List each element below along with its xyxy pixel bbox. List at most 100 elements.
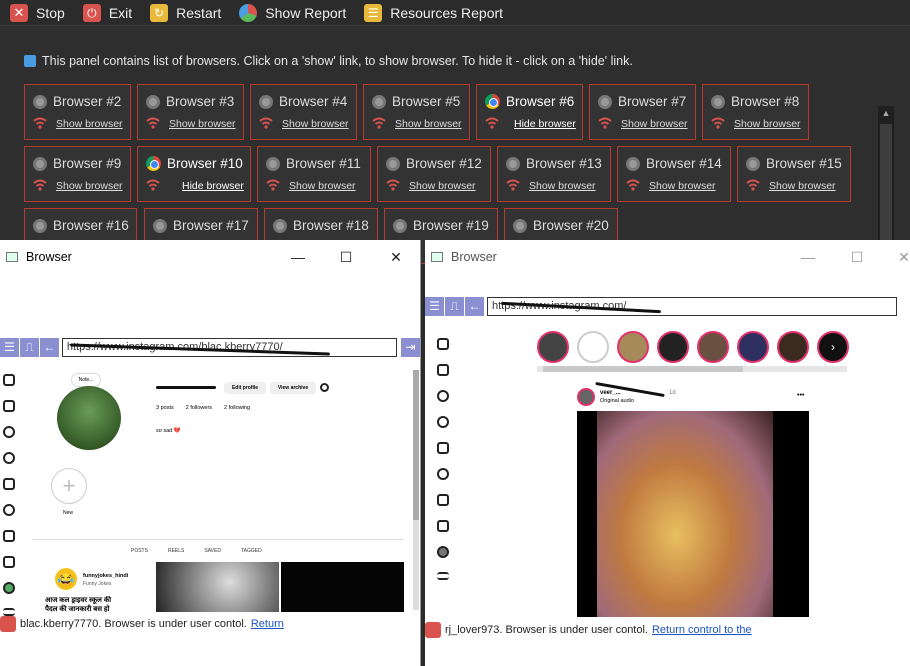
- tab-posts[interactable]: POSTS: [131, 548, 148, 554]
- profile-icon[interactable]: [437, 546, 449, 558]
- show-browser-link[interactable]: Show browser: [56, 118, 123, 130]
- maximize-icon[interactable]: ☐: [834, 240, 880, 274]
- profile-avatar[interactable]: [57, 386, 121, 450]
- wifi-signal-icon: [711, 117, 725, 129]
- show-browser-link[interactable]: Show browser: [649, 180, 716, 192]
- settings-gear-icon[interactable]: [320, 383, 329, 392]
- tab-tagged[interactable]: TAGGED: [241, 548, 262, 554]
- instagram-icon[interactable]: [3, 374, 15, 386]
- tab-reels[interactable]: REELS: [168, 548, 184, 554]
- story-avatar[interactable]: [737, 331, 769, 363]
- post-media[interactable]: [577, 411, 809, 617]
- story-avatar[interactable]: [697, 331, 729, 363]
- instagram-sidebar: [434, 338, 452, 594]
- more-icon[interactable]: [437, 572, 449, 580]
- post-thumbnail-2[interactable]: [281, 562, 404, 612]
- search-icon[interactable]: [3, 426, 15, 438]
- browser-globe-icon: [393, 218, 407, 233]
- post-author[interactable]: veer_...: [600, 390, 621, 396]
- wifi-signal-icon: [33, 117, 47, 129]
- back-icon[interactable]: ←: [39, 338, 59, 357]
- explore-icon[interactable]: [437, 416, 449, 428]
- following-count[interactable]: 2 following: [224, 405, 250, 411]
- return-control-link[interactable]: Return: [251, 618, 284, 630]
- profile-icon[interactable]: [3, 582, 15, 594]
- browser-card: Browser #3 Show browser: [137, 84, 244, 140]
- story-avatar[interactable]: [777, 331, 809, 363]
- post-audio[interactable]: Original audio: [600, 398, 634, 404]
- close-icon[interactable]: ✕: [373, 240, 419, 274]
- pulse-icon[interactable]: ⎍: [19, 338, 39, 357]
- story-avatar[interactable]: [537, 331, 569, 363]
- pulse-icon[interactable]: ⎍: [445, 297, 464, 316]
- post-thumbnail-1[interactable]: [156, 562, 279, 612]
- show-browser-link[interactable]: Show browser: [169, 118, 236, 130]
- go-icon[interactable]: ⇥: [401, 338, 420, 357]
- show-browser-link[interactable]: Show browser: [56, 180, 123, 192]
- show-browser-link[interactable]: Show browser: [395, 118, 462, 130]
- exit-button[interactable]: ⏻ Exit: [82, 3, 132, 22]
- messages-icon[interactable]: [437, 468, 449, 480]
- new-highlight-button[interactable]: +: [51, 468, 87, 504]
- suggest-name[interactable]: funnyjokes_hindi: [83, 573, 128, 579]
- home-icon[interactable]: [437, 364, 449, 376]
- show-browser-link[interactable]: Show browser: [289, 180, 356, 192]
- show-report-button[interactable]: Show Report: [239, 3, 346, 22]
- menu-icon[interactable]: ☰: [425, 297, 444, 316]
- scroll-thumb[interactable]: [880, 124, 892, 249]
- hide-browser-link[interactable]: Hide browser: [182, 180, 244, 192]
- more-icon[interactable]: [3, 608, 15, 616]
- show-browser-link[interactable]: Show browser: [409, 180, 476, 192]
- story-avatar[interactable]: [657, 331, 689, 363]
- browser-globe-icon: [372, 94, 386, 109]
- explore-icon[interactable]: [3, 452, 15, 464]
- maximize-icon[interactable]: ☐: [323, 240, 369, 274]
- show-browser-link[interactable]: Show browser: [282, 118, 349, 130]
- browser-globe-icon: [33, 94, 47, 109]
- followers-count[interactable]: 2 followers: [186, 405, 212, 411]
- heart-icon[interactable]: [437, 494, 449, 506]
- post-menu-icon[interactable]: •••: [797, 392, 804, 399]
- next-stories-icon[interactable]: ›: [817, 331, 849, 363]
- menu-icon[interactable]: ☰: [0, 338, 19, 357]
- reels-icon[interactable]: [437, 442, 449, 454]
- profile-note[interactable]: Note...: [72, 374, 100, 386]
- show-browser-link[interactable]: Show browser: [621, 118, 688, 130]
- posts-count: 3 posts: [156, 405, 174, 411]
- browser-card-name: Browser #5: [372, 94, 460, 109]
- home-icon[interactable]: [3, 400, 15, 412]
- browser-card-name: Browser #13: [506, 156, 602, 171]
- close-icon[interactable]: ✕: [881, 240, 910, 274]
- show-browser-link[interactable]: Show browser: [734, 118, 801, 130]
- tab-saved[interactable]: SAVED: [204, 548, 221, 554]
- story-avatar[interactable]: [617, 331, 649, 363]
- edit-profile-button[interactable]: Edit profile: [224, 382, 266, 394]
- heart-icon[interactable]: [3, 530, 15, 542]
- browser-card-label: Browser #10: [167, 156, 243, 171]
- resources-report-button[interactable]: ☰ Resources Report: [364, 3, 503, 22]
- search-icon[interactable]: [437, 390, 449, 402]
- content-scrollbar[interactable]: [413, 370, 419, 610]
- show-browser-link[interactable]: Show browser: [529, 180, 596, 192]
- reels-icon[interactable]: [3, 478, 15, 490]
- post-author-avatar[interactable]: [577, 388, 595, 406]
- story-avatar[interactable]: [577, 331, 609, 363]
- create-icon[interactable]: [437, 520, 449, 532]
- stories-scrollbar[interactable]: [537, 366, 847, 372]
- suggest-avatar[interactable]: 😂: [55, 568, 77, 590]
- restart-button[interactable]: ↻ Restart: [150, 3, 221, 22]
- messages-icon[interactable]: [3, 504, 15, 516]
- instagram-icon[interactable]: [437, 338, 449, 350]
- hide-browser-link[interactable]: Hide browser: [514, 118, 576, 130]
- scroll-up-icon[interactable]: ▲: [878, 108, 894, 122]
- minimize-icon[interactable]: —: [275, 240, 321, 274]
- back-icon[interactable]: ←: [465, 297, 484, 316]
- stop-button[interactable]: ✕ Stop: [10, 3, 65, 22]
- view-archive-button[interactable]: View archive: [270, 382, 316, 394]
- profile-divider: [32, 539, 404, 540]
- create-icon[interactable]: [3, 556, 15, 568]
- return-control-link[interactable]: Return control to the: [652, 624, 752, 636]
- minimize-icon[interactable]: —: [785, 240, 831, 274]
- browser-navbar: ☰ ⎍ ← https://www.instagram.com/: [425, 297, 897, 316]
- show-browser-link[interactable]: Show browser: [769, 180, 836, 192]
